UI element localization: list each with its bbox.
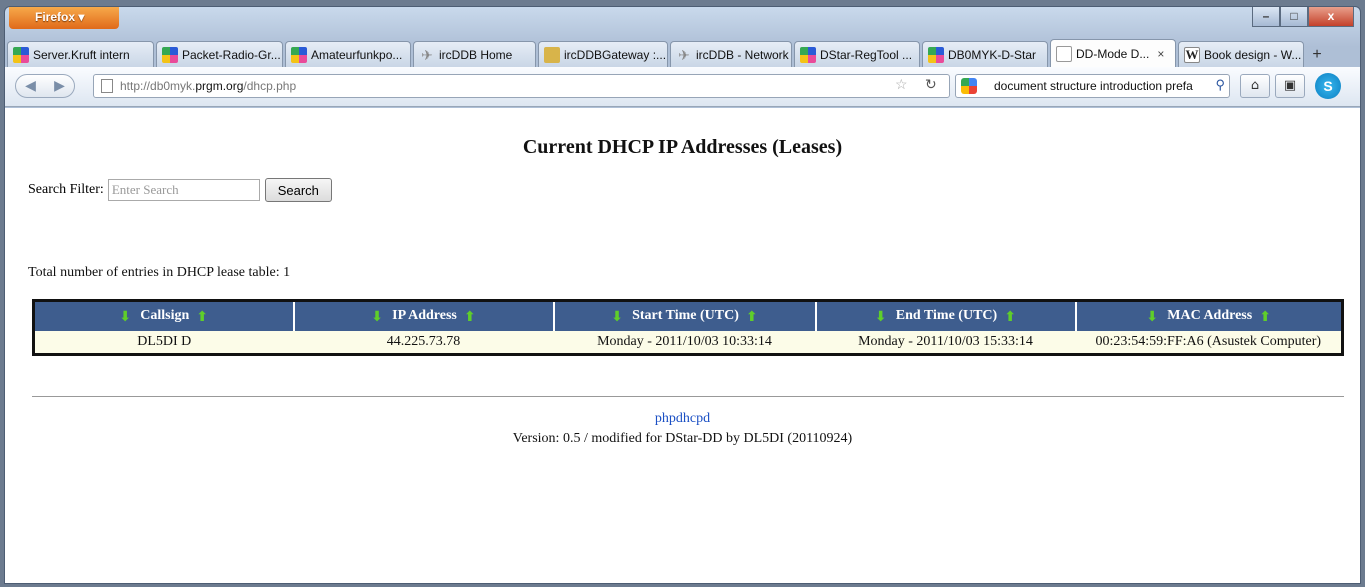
home-icon: ⌂ <box>1250 78 1260 93</box>
column-label: IP Address <box>392 307 457 323</box>
cell-ip-address: 44.225.73.78 <box>293 330 554 355</box>
mosaic-icon <box>13 46 29 63</box>
cell-end-time: Monday - 2011/10/03 15:33:14 <box>815 330 1076 355</box>
tab-ircddb-home[interactable]: ✈ ircDDB Home <box>413 41 536 67</box>
back-arrow-icon[interactable]: ◀ <box>25 78 36 94</box>
gateway-icon <box>544 46 560 63</box>
search-button[interactable]: Search <box>264 178 332 202</box>
search-bar-text: document structure introduction prefa <box>994 79 1193 93</box>
column-header-start-time: ⬇ Start Time (UTC) ⬆ <box>553 300 817 331</box>
sort-up-icon[interactable]: ⬆ <box>195 309 209 325</box>
wikipedia-icon: W <box>1184 46 1200 63</box>
cell-mac-address: 00:23:54:59:FF:A6 (Asustek Computer) <box>1075 330 1343 355</box>
sort-up-icon[interactable]: ⬆ <box>1003 309 1017 325</box>
sort-down-icon[interactable]: ⬇ <box>118 309 132 325</box>
search-bar[interactable]: document structure introduction prefa ⚲ <box>955 74 1230 98</box>
filter-label: Search Filter: <box>28 182 104 197</box>
tab-ircddb-gateway[interactable]: ircDDBGateway :... <box>538 41 668 67</box>
back-forward-buttons[interactable]: ◀ ▶ <box>15 74 75 98</box>
tab-dstar-regtool[interactable]: DStar-RegTool ... <box>794 41 920 67</box>
bookmark-star-icon[interactable]: ☆ <box>895 77 908 94</box>
total-entries-text: Total number of entries in DHCP lease ta… <box>28 265 291 280</box>
puzzle-icon: ▣ <box>1283 78 1297 93</box>
sort-down-icon[interactable]: ⬇ <box>874 309 888 325</box>
tab-label: DStar-RegTool ... <box>820 47 913 62</box>
title-bar: Firefox ▾ – □ x <box>5 7 1360 37</box>
tab-server-kruft[interactable]: Server.Kruft intern <box>7 41 154 67</box>
reload-icon[interactable]: ↻ <box>925 77 937 93</box>
column-label: MAC Address <box>1167 307 1253 323</box>
tab-book-design[interactable]: W Book design - W... <box>1178 41 1304 67</box>
divider <box>32 396 1344 397</box>
tab-label: DB0MYK-D-Star <box>948 47 1037 62</box>
column-header-mac: ⬇ MAC Address ⬆ <box>1075 300 1343 331</box>
url-host: prgm.org <box>195 79 244 93</box>
ircddb-icon: ✈ <box>678 46 690 63</box>
magnifier-icon[interactable]: ⚲ <box>1215 77 1225 93</box>
home-button[interactable]: ⌂ <box>1240 74 1270 98</box>
column-header-ip: ⬇ IP Address ⬆ <box>293 300 555 331</box>
address-bar[interactable]: http://db0myk.prgm.org/dhcp.php <box>93 74 950 98</box>
tab-label: ircDDB Home <box>439 47 513 62</box>
page-content: Current DHCP IP Addresses (Leases) Searc… <box>5 108 1360 583</box>
tab-label: DD-Mode D... <box>1076 46 1150 61</box>
phpdhcpd-link[interactable]: phpdhcpd <box>655 411 710 426</box>
tab-label: Book design - W... <box>1204 47 1302 62</box>
google-icon[interactable] <box>961 78 977 94</box>
tab-label: Packet-Radio-Gr... <box>182 47 281 62</box>
mosaic-icon <box>800 46 816 63</box>
column-label: Callsign <box>140 307 190 323</box>
mosaic-icon <box>162 46 178 63</box>
forward-arrow-icon[interactable]: ▶ <box>54 78 65 94</box>
search-input[interactable] <box>107 179 260 201</box>
version-text: Version: 0.5 / modified for DStar-DD by … <box>512 431 853 446</box>
sort-down-icon[interactable]: ⬇ <box>610 309 624 325</box>
browser-window: Firefox ▾ – □ x Server.Kruft intern Pack… <box>4 6 1361 584</box>
firefox-menu-button[interactable]: Firefox ▾ <box>9 7 119 29</box>
url-path: /dhcp.php <box>243 79 297 93</box>
navigation-toolbar: ◀ ▶ http://db0myk.prgm.org/dhcp.php ☆ ↻ … <box>5 67 1360 107</box>
page-icon <box>1056 45 1072 62</box>
sort-down-icon[interactable]: ⬇ <box>1145 309 1159 325</box>
column-header-end-time: ⬇ End Time (UTC) ⬆ <box>815 300 1077 331</box>
tab-label: Amateurfunkpo... <box>311 47 403 62</box>
table-header-row: ⬇ Callsign ⬆ ⬇ IP Address ⬆ ⬇ Start Time (UTC… <box>33 300 1343 331</box>
tab-dd-mode[interactable]: DD-Mode D... × <box>1050 39 1176 67</box>
tab-strip: Server.Kruft intern Packet-Radio-Gr... A… <box>7 39 1360 67</box>
tab-label: ircDDBGateway :... <box>564 47 667 62</box>
search-filter-row: Search Filter: Search <box>28 178 332 202</box>
url-prefix: http://db0myk. <box>120 79 196 93</box>
cell-start-time: Monday - 2011/10/03 10:33:14 <box>553 330 816 355</box>
skype-icon[interactable]: S <box>1315 73 1341 99</box>
ircddb-icon: ✈ <box>421 46 433 63</box>
close-tab-icon[interactable]: × <box>1157 47 1164 61</box>
column-label: End Time (UTC) <box>895 307 998 323</box>
table-row: DL5DI D 44.225.73.78 Monday - 2011/10/03… <box>33 330 1343 355</box>
sort-up-icon[interactable]: ⬆ <box>1258 309 1272 325</box>
sort-up-icon[interactable]: ⬆ <box>745 309 759 325</box>
tab-ircddb-network[interactable]: ✈ ircDDB - Network <box>670 41 792 67</box>
sort-up-icon[interactable]: ⬆ <box>463 309 477 325</box>
window-controls: – □ x <box>1252 7 1354 27</box>
page-title: Current DHCP IP Addresses (Leases) <box>522 136 843 158</box>
maximize-button[interactable]: □ <box>1280 7 1308 27</box>
tab-packet-radio[interactable]: Packet-Radio-Gr... <box>156 41 283 67</box>
column-header-callsign: ⬇ Callsign ⬆ <box>33 300 295 331</box>
tab-label: Server.Kruft intern <box>33 47 130 62</box>
lease-table: ⬇ Callsign ⬆ ⬇ IP Address ⬆ ⬇ Start Time (UTC… <box>32 299 1344 356</box>
mosaic-icon <box>928 46 944 63</box>
tab-db0myk[interactable]: DB0MYK-D-Star <box>922 41 1048 67</box>
cell-callsign: DL5DI D <box>33 330 294 355</box>
tab-label: ircDDB - Network <box>696 47 789 62</box>
footer: phpdhcpd Version: 0.5 / modified for DSt… <box>5 409 1360 449</box>
addon-button[interactable]: ▣ <box>1275 74 1305 98</box>
sort-down-icon[interactable]: ⬇ <box>370 309 384 325</box>
page-icon <box>101 79 113 93</box>
tab-amateurfunk[interactable]: Amateurfunkpo... <box>285 41 411 67</box>
new-tab-button[interactable]: + <box>1306 43 1328 67</box>
mosaic-icon <box>291 46 307 63</box>
minimize-button[interactable]: – <box>1252 7 1280 27</box>
column-label: Start Time (UTC) <box>632 307 739 323</box>
close-window-button[interactable]: x <box>1308 7 1354 27</box>
